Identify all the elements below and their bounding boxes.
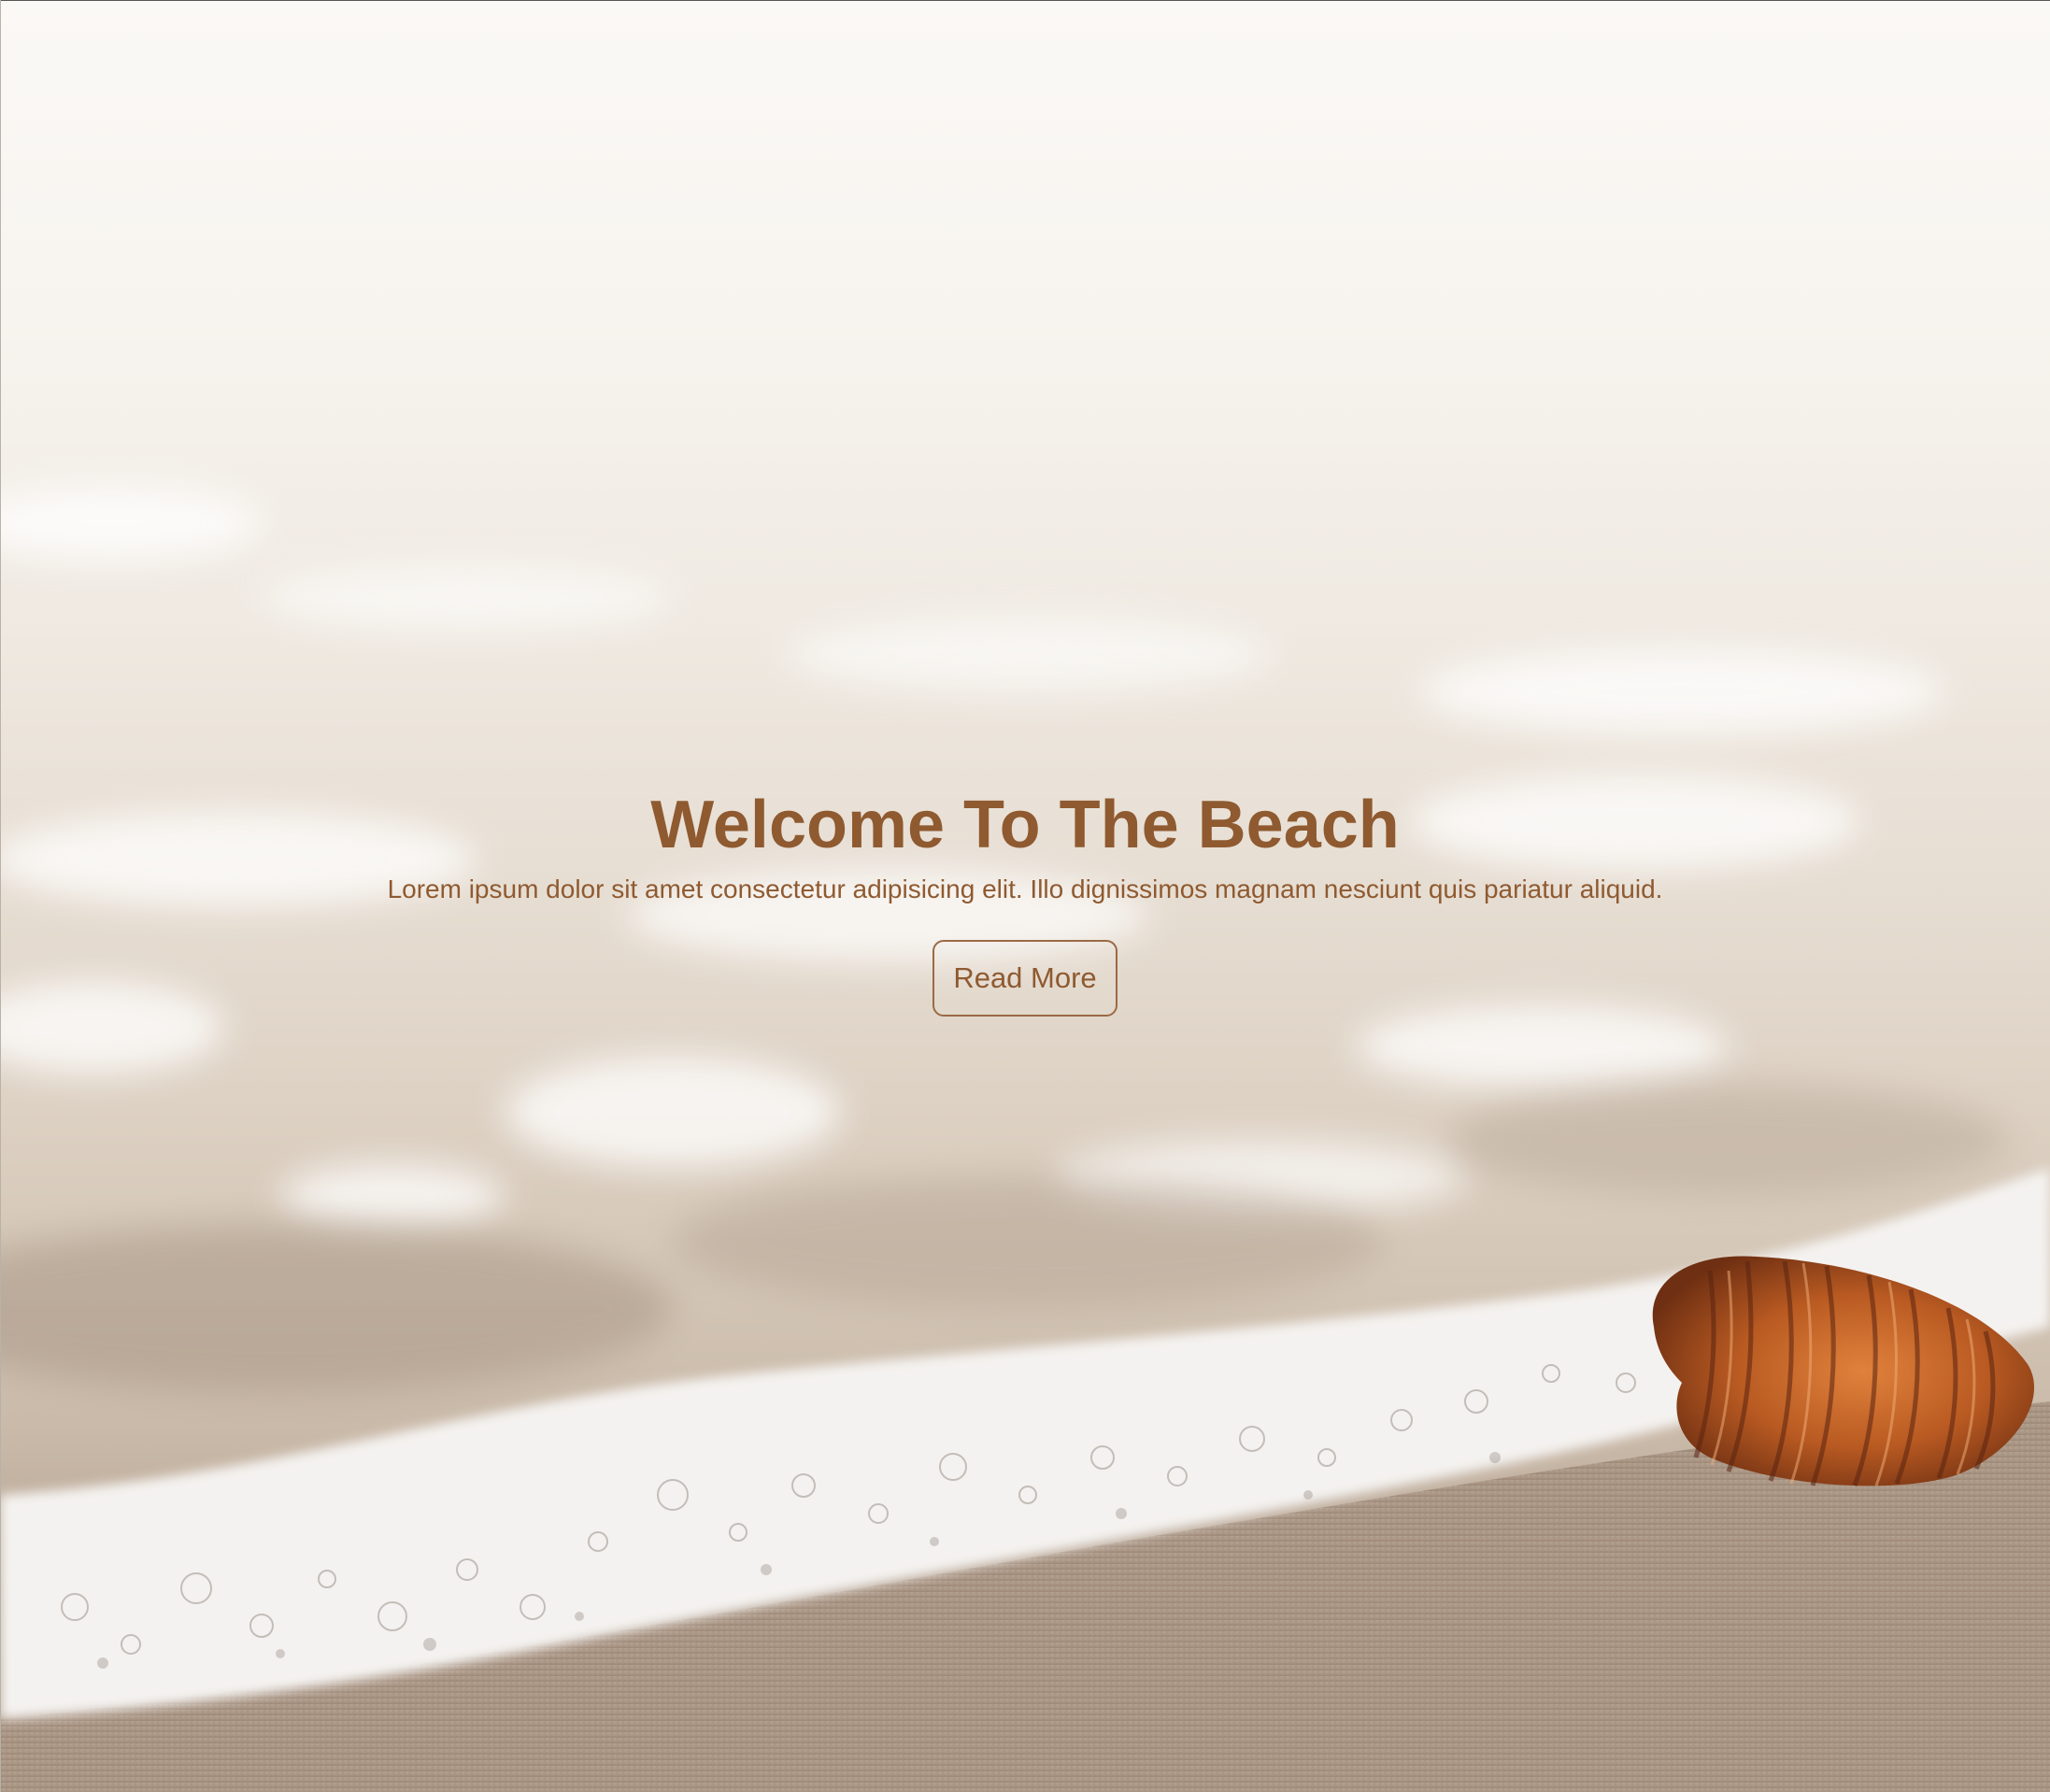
hero-content: Welcome To The Beach Lorem ipsum dolor s… — [0, 785, 2050, 1017]
hero-title: Welcome To The Beach — [650, 788, 1400, 862]
hero-subtitle: Lorem ipsum dolor sit amet consectetur a… — [387, 875, 1663, 903]
top-border — [0, 0, 2050, 1]
read-more-button[interactable]: Read More — [932, 940, 1118, 1017]
hero-section: Welcome To The Beach Lorem ipsum dolor s… — [0, 0, 2050, 1792]
